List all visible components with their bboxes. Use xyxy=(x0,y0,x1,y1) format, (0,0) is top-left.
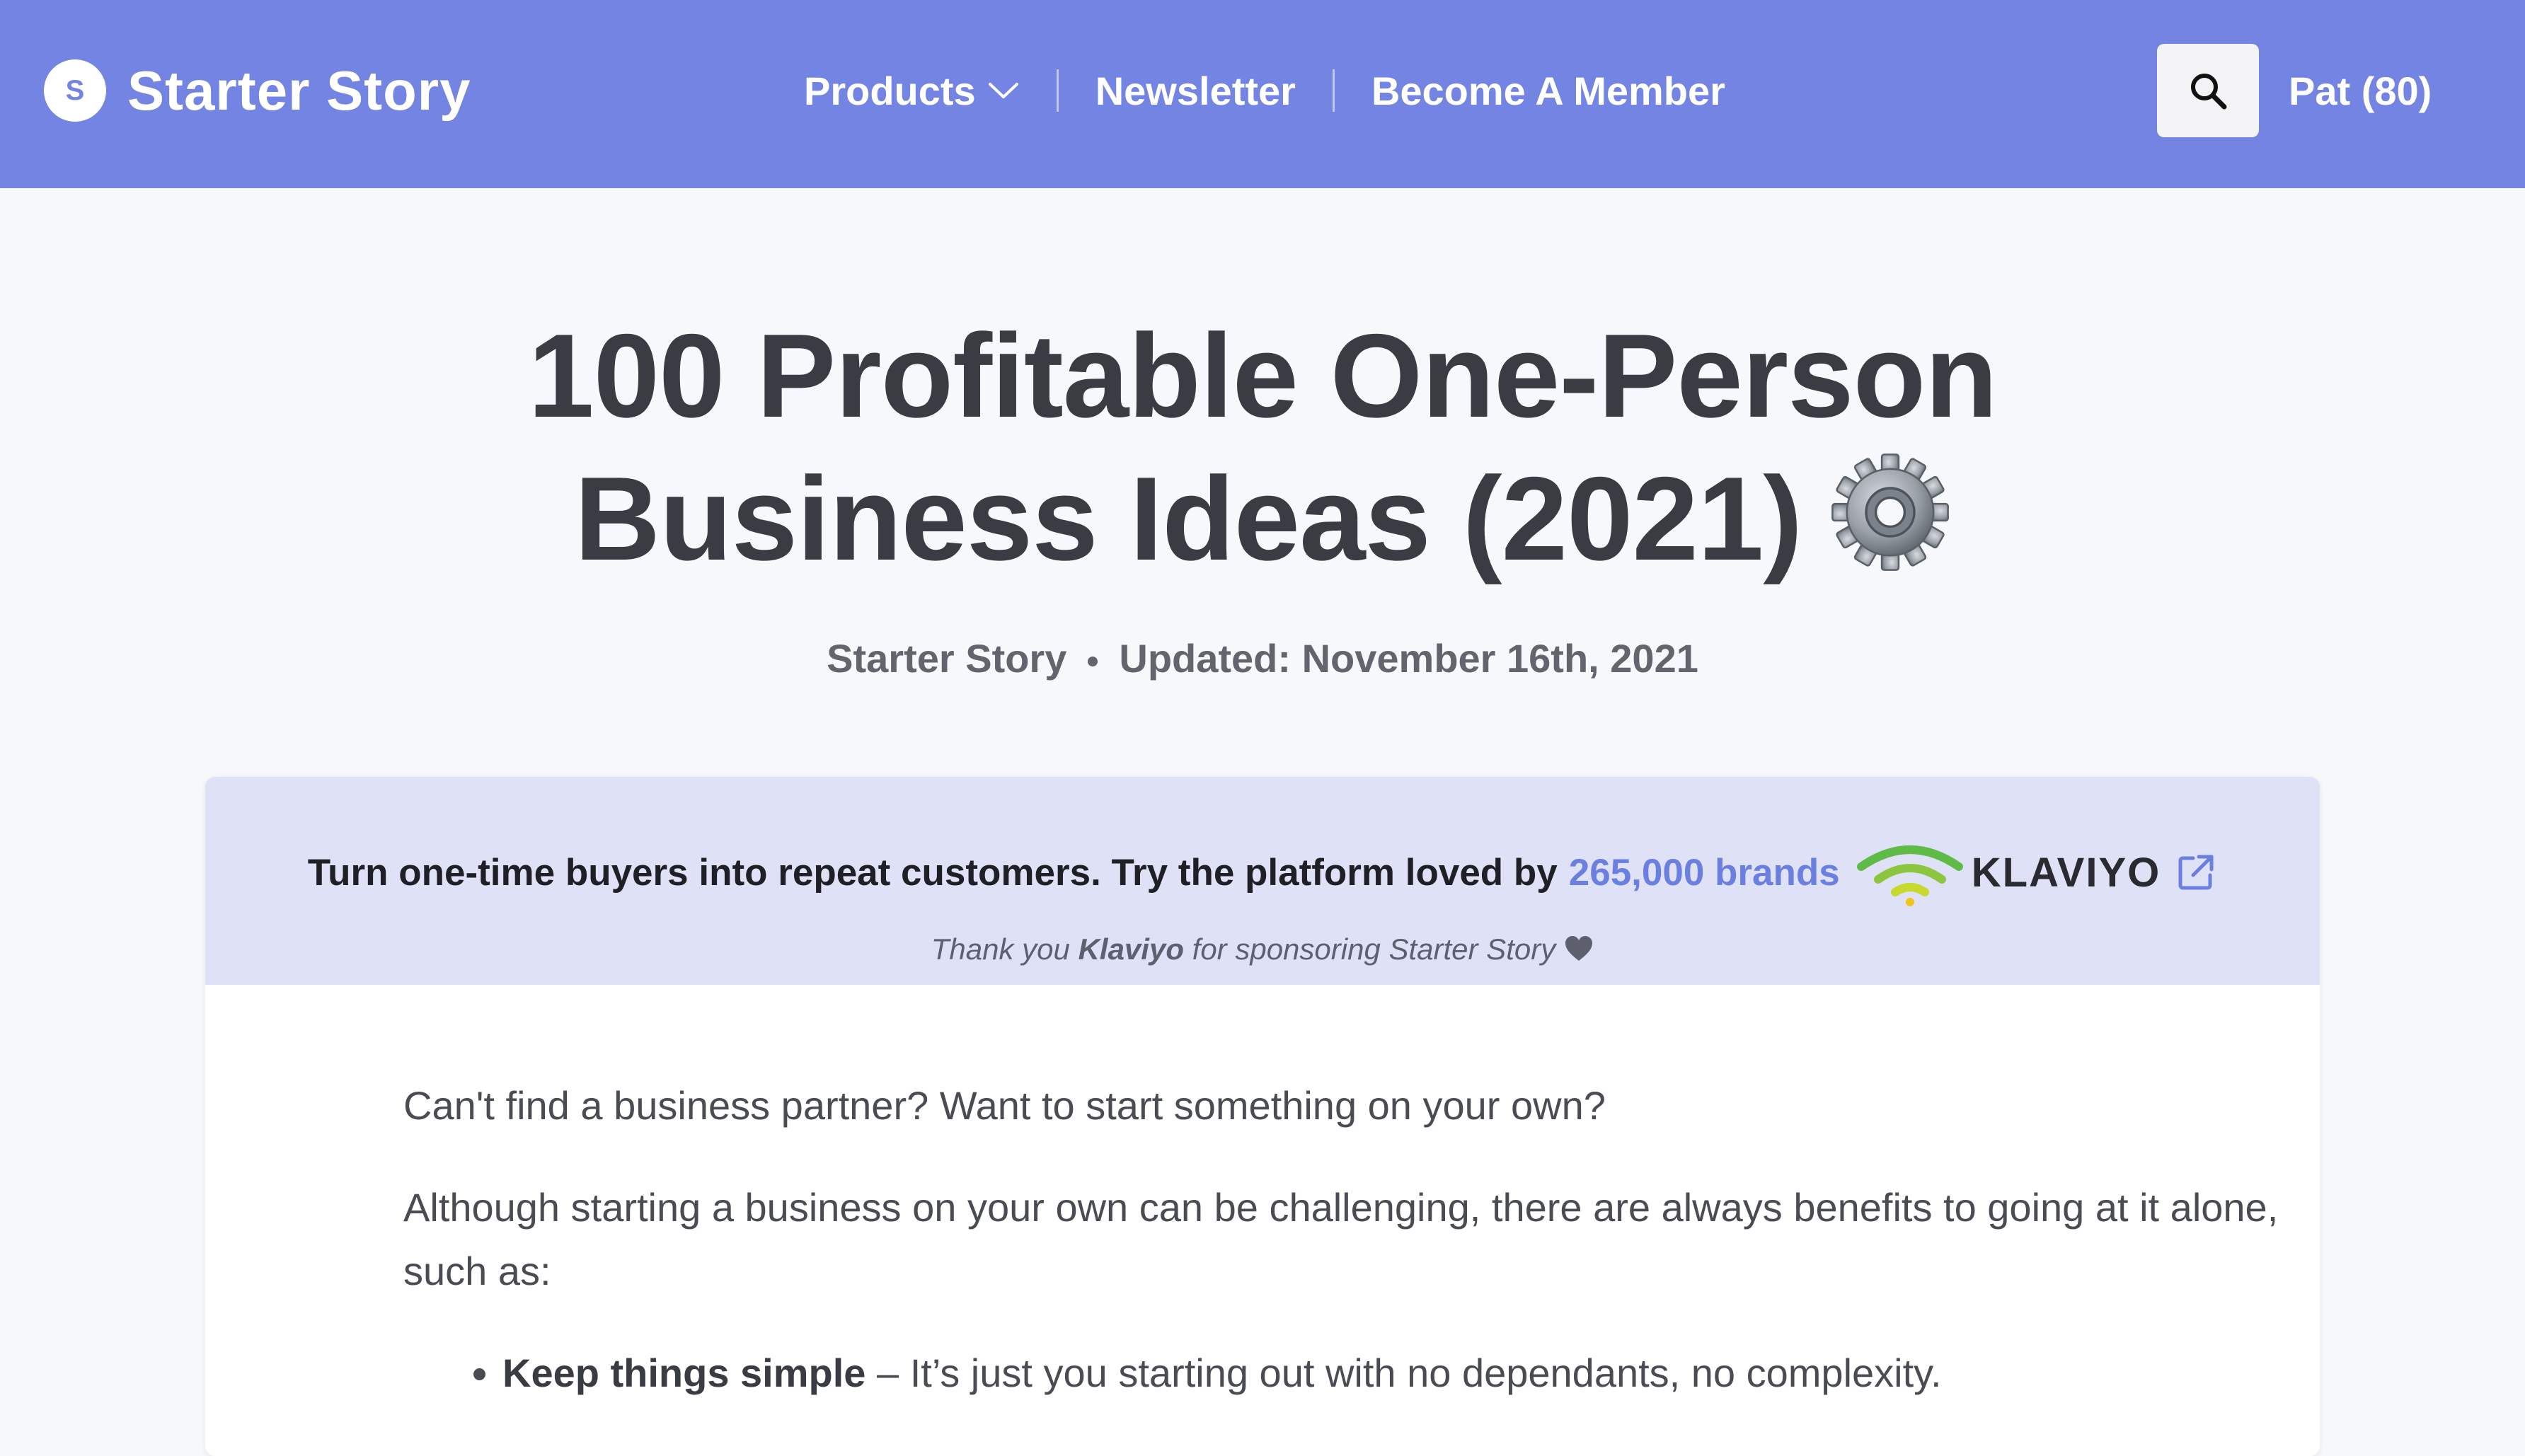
heart-icon xyxy=(1565,936,1593,961)
user-account-link[interactable]: Pat (80) xyxy=(2289,62,2432,119)
sponsor-highlight-link[interactable]: 265,000 brands xyxy=(1569,851,1840,894)
klaviyo-logo-icon[interactable] xyxy=(1856,838,1963,906)
nav-divider xyxy=(1332,69,1335,112)
article-byline: Starter Story Updated: November 16th, 202… xyxy=(201,635,2324,681)
external-link-icon[interactable] xyxy=(2175,851,2217,894)
chevron-down-icon xyxy=(988,83,1018,98)
title-line-2-text: Business Ideas (2021) xyxy=(574,452,1803,585)
lead-paragraph: Although starting a business on your own… xyxy=(403,1185,2279,1293)
nav-newsletter[interactable]: Newsletter xyxy=(1095,68,1296,114)
logo-mark: S xyxy=(44,59,106,122)
list-item-strong: Keep things simple xyxy=(502,1351,866,1395)
search-icon xyxy=(2191,74,2227,110)
thanks-prefix: Thank you xyxy=(931,932,1070,966)
main-nav: Products Newsletter Become A Member xyxy=(804,62,1725,119)
thanks-suffix: for sponsoring Starter Story xyxy=(1192,932,1556,966)
benefits-list: Keep things simple – It’s just you start… xyxy=(403,1341,2314,1405)
list-item-text: – It’s just you starting out with no dep… xyxy=(865,1351,1942,1395)
gear-icon xyxy=(1831,453,1950,571)
logo-text: Starter Story xyxy=(127,59,471,122)
byline-separator xyxy=(1088,657,1098,667)
article-body: Can't find a business partner? Want to s… xyxy=(403,1074,2314,1405)
top-nav-bar: S Starter Story Products Newsletter Beco… xyxy=(0,0,2525,188)
list-item: Keep things simple – It’s just you start… xyxy=(502,1341,2314,1405)
page-title: 100 Profitable One-Person Business Ideas… xyxy=(201,304,2324,590)
site-logo[interactable]: S Starter Story xyxy=(44,59,471,122)
title-line-2: Business Ideas (2021) xyxy=(201,447,2324,590)
sponsor-line: Turn one-time buyers into repeat custome… xyxy=(205,838,2320,906)
sponsor-thanks: Thank you Klaviyo for sponsoring Starter… xyxy=(205,932,2320,966)
title-line-1: 100 Profitable One-Person xyxy=(528,309,1998,442)
article-card: Turn one-time buyers into repeat custome… xyxy=(205,777,2320,1456)
sponsor-text: Turn one-time buyers into repeat custome… xyxy=(307,851,1558,894)
nav-products-label: Products xyxy=(804,68,976,113)
author-name[interactable]: Starter Story xyxy=(827,636,1066,681)
sponsor-banner: Turn one-time buyers into repeat custome… xyxy=(205,777,2320,985)
search-button[interactable] xyxy=(2157,44,2259,137)
nav-become-member[interactable]: Become A Member xyxy=(1371,68,1725,114)
nav-divider xyxy=(1056,69,1059,112)
intro-paragraph: Can't find a business partner? Want to s… xyxy=(403,1083,1606,1128)
klaviyo-wordmark[interactable]: KLAVIYO xyxy=(1972,849,2161,896)
updated-date: Updated: November 16th, 2021 xyxy=(1119,636,1698,681)
nav-products[interactable]: Products xyxy=(804,68,1020,114)
thanks-brand: Klaviyo xyxy=(1078,932,1184,966)
